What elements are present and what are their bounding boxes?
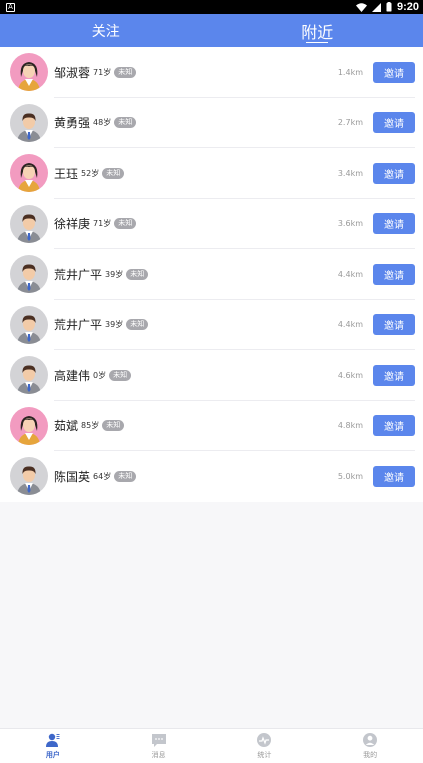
- nav-item-stats[interactable]: 统计: [212, 729, 318, 763]
- status-bar: A 9:20: [0, 0, 423, 14]
- invite-button[interactable]: 邀请: [373, 415, 415, 437]
- nav-item-profile[interactable]: 我的: [317, 729, 423, 763]
- active-tab-indicator: [306, 42, 329, 43]
- user-age: 71岁: [93, 219, 112, 229]
- distance: 4.4km: [337, 320, 363, 330]
- invite-button[interactable]: 邀请: [373, 465, 415, 487]
- nearby-user-list: 邹淑蓉 71岁 未知 1.4km 邀请 黄勇强 48岁 未知 2.7km 邀请 …: [0, 47, 423, 502]
- wifi-icon: [355, 2, 367, 12]
- invite-button[interactable]: 邀请: [373, 213, 415, 235]
- status-badge: 未知: [114, 117, 137, 129]
- nav-label: 消息: [151, 751, 166, 759]
- avatar: [10, 154, 48, 193]
- tab-label: 关注: [91, 23, 120, 40]
- users-icon: [45, 732, 61, 748]
- user-age: 71岁: [93, 67, 112, 77]
- user-list-item[interactable]: 邹淑蓉 71岁 未知 1.4km 邀请: [0, 47, 423, 98]
- user-age: 85岁: [81, 421, 100, 431]
- user-name: 荒井广平: [54, 267, 103, 282]
- notification-icon: A: [6, 2, 15, 12]
- nav-item-users[interactable]: 用户: [0, 729, 106, 763]
- status-badge: 未知: [114, 66, 137, 78]
- user-list-item[interactable]: 茹斌 85岁 未知 4.8km 邀请: [0, 401, 423, 452]
- user-list-item[interactable]: 王珏 52岁 未知 3.4km 邀请: [0, 148, 423, 199]
- distance: 1.4km: [337, 67, 363, 77]
- tab-label: 附近: [301, 22, 334, 42]
- distance: 5.0km: [337, 471, 363, 481]
- status-badge: 未知: [102, 420, 125, 432]
- message-icon: [151, 732, 167, 748]
- user-list-item[interactable]: 荒井广平 39岁 未知 4.4km 邀请: [0, 300, 423, 351]
- avatar: [10, 406, 48, 445]
- stats-icon: [256, 732, 272, 748]
- status-badge: 未知: [102, 167, 125, 179]
- status-badge: 未知: [114, 218, 137, 230]
- user-age: 52岁: [81, 168, 100, 178]
- user-age: 39岁: [105, 269, 124, 279]
- user-info: 邹淑蓉 71岁 未知: [54, 64, 338, 81]
- user-info: 王珏 52岁 未知: [54, 165, 338, 182]
- user-list-item[interactable]: 高建伟 0岁 未知 4.6km 邀请: [0, 350, 423, 401]
- avatar: [10, 53, 48, 92]
- user-age: 0岁: [93, 370, 107, 380]
- avatar: [10, 305, 48, 344]
- user-age: 64岁: [93, 471, 112, 481]
- user-name: 徐祥庚: [54, 217, 91, 232]
- avatar: [10, 457, 48, 496]
- user-info: 陈国英 64岁 未知: [54, 468, 338, 485]
- signal-icon: [371, 2, 381, 12]
- invite-button[interactable]: 邀请: [373, 112, 415, 134]
- distance: 3.4km: [337, 168, 363, 178]
- tab-following[interactable]: 关注: [0, 14, 212, 47]
- user-info: 高建伟 0岁 未知: [54, 367, 338, 384]
- avatar: [10, 255, 48, 294]
- user-list-item[interactable]: 黄勇强 48岁 未知 2.7km 邀请: [0, 98, 423, 149]
- distance: 3.6km: [337, 219, 363, 229]
- battery-icon: [386, 2, 392, 12]
- nav-item-message[interactable]: 消息: [106, 729, 212, 763]
- user-name: 黄勇强: [54, 116, 91, 131]
- user-info: 荒井广平 39岁 未知: [54, 266, 338, 283]
- nav-label: 统计: [257, 751, 272, 759]
- user-name: 高建伟: [54, 368, 91, 383]
- status-badge: 未知: [126, 268, 149, 280]
- avatar: [10, 204, 48, 243]
- user-info: 茹斌 85岁 未知: [54, 417, 338, 434]
- nav-label: 用户: [45, 751, 60, 759]
- distance: 4.6km: [337, 370, 363, 380]
- user-list-item[interactable]: 陈国英 64岁 未知 5.0km 邀请: [0, 451, 423, 502]
- user-name: 邹淑蓉: [54, 65, 91, 80]
- clock: 9:20: [396, 1, 419, 13]
- user-name: 茹斌: [54, 419, 79, 434]
- user-list-item[interactable]: 徐祥庚 71岁 未知 3.6km 邀请: [0, 199, 423, 250]
- distance: 2.7km: [337, 118, 363, 128]
- invite-button[interactable]: 邀请: [373, 314, 415, 336]
- user-list-item[interactable]: 荒井广平 39岁 未知 4.4km 邀请: [0, 249, 423, 300]
- status-badge: 未知: [126, 319, 149, 331]
- tab-nearby[interactable]: 附近: [212, 14, 423, 47]
- avatar: [10, 356, 48, 395]
- user-info: 徐祥庚 71岁 未知: [54, 215, 338, 232]
- user-age: 48岁: [93, 118, 112, 128]
- user-age: 39岁: [105, 320, 124, 330]
- top-tab-bar: 关注 附近: [0, 14, 423, 47]
- user-name: 王珏: [54, 166, 79, 181]
- status-badge: 未知: [109, 369, 132, 381]
- user-name: 荒井广平: [54, 318, 103, 333]
- invite-button[interactable]: 邀请: [373, 162, 415, 184]
- user-info: 黄勇强 48岁 未知: [54, 114, 338, 131]
- distance: 4.4km: [337, 269, 363, 279]
- invite-button[interactable]: 邀请: [373, 61, 415, 83]
- bottom-navigation: 用户 消息 统计 我的: [0, 728, 423, 763]
- status-badge: 未知: [114, 470, 137, 482]
- nav-label: 我的: [363, 751, 378, 759]
- user-info: 荒井广平 39岁 未知: [54, 316, 338, 333]
- user-name: 陈国英: [54, 469, 91, 484]
- avatar: [10, 103, 48, 142]
- distance: 4.8km: [337, 421, 363, 431]
- invite-button[interactable]: 邀请: [373, 263, 415, 285]
- profile-icon: [362, 732, 378, 748]
- invite-button[interactable]: 邀请: [373, 364, 415, 386]
